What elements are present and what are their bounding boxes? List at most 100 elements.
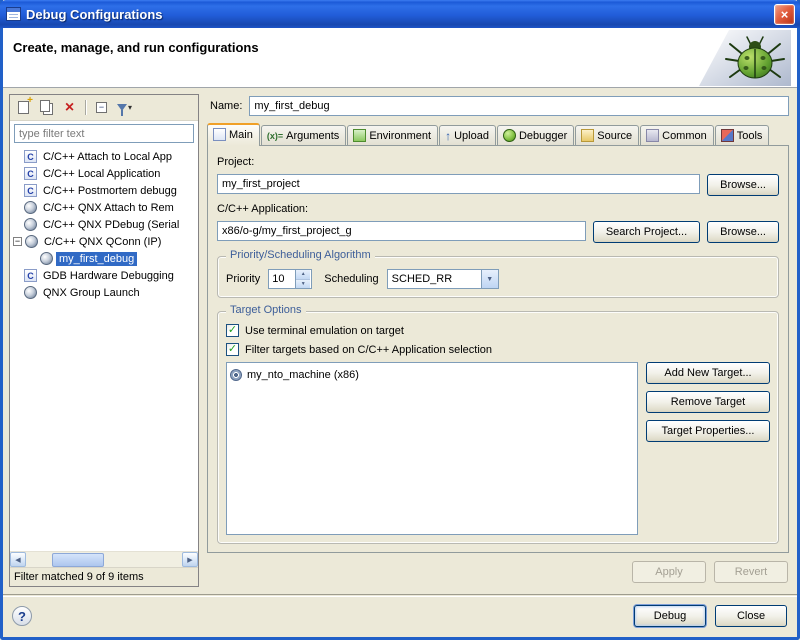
- revert-button[interactable]: Revert: [714, 561, 788, 583]
- tree-item-my-first-debug[interactable]: my_first_debug: [12, 250, 198, 267]
- new-configuration-icon[interactable]: [13, 98, 34, 118]
- collapse-expander-icon[interactable]: [13, 237, 22, 246]
- tree-item-gdb-hardware[interactable]: GDB Hardware Debugging: [12, 267, 198, 284]
- tab-source[interactable]: Source: [575, 125, 639, 145]
- terminal-emulation-checkbox[interactable]: Use terminal emulation on target: [226, 324, 770, 337]
- tab-label: Upload: [454, 130, 489, 142]
- tree-item-qnx-group-launch[interactable]: QNX Group Launch: [12, 284, 198, 301]
- debug-button[interactable]: Debug: [634, 605, 706, 627]
- priority-spinner[interactable]: [268, 269, 312, 289]
- tab-label: Arguments: [286, 130, 339, 142]
- combo-dropdown-icon[interactable]: [481, 270, 498, 288]
- target-machine-icon: [230, 369, 242, 381]
- help-button[interactable]: ?: [12, 606, 32, 626]
- target-item-label: my_nto_machine (x86): [247, 369, 359, 381]
- tab-label: Source: [597, 130, 632, 142]
- tree-item-qnx-pdebug-serial[interactable]: C/C++ QNX PDebug (Serial: [12, 216, 198, 233]
- spinner-up-icon[interactable]: [296, 270, 310, 280]
- tab-main[interactable]: Main: [207, 123, 260, 146]
- dialog-footer: ? Debug Close: [3, 597, 797, 637]
- filter-targets-checkbox[interactable]: Filter targets based on C/C++ Applicatio…: [226, 343, 770, 356]
- scheduling-combobox[interactable]: SCHED_RR: [387, 269, 499, 289]
- name-row: Name:: [204, 94, 791, 122]
- c-application-icon: [24, 184, 37, 197]
- title-bar[interactable]: Debug Configurations: [0, 0, 800, 28]
- tab-upload[interactable]: Upload: [439, 125, 496, 145]
- tools-tab-icon: [721, 129, 734, 142]
- delete-configuration-icon[interactable]: [59, 98, 80, 118]
- project-label: Project:: [217, 154, 779, 169]
- search-project-button[interactable]: Search Project...: [593, 221, 700, 243]
- tab-label: Common: [662, 130, 707, 142]
- priority-scheduling-group: Priority/Scheduling Algorithm Priority S…: [217, 256, 779, 298]
- qnx-launch-icon: [40, 252, 53, 265]
- config-toolbar: [10, 95, 198, 121]
- qnx-launch-icon: [25, 235, 38, 248]
- scrollbar-track[interactable]: [26, 552, 182, 567]
- environment-tab-icon: [353, 129, 366, 142]
- close-button[interactable]: Close: [715, 605, 787, 627]
- terminal-emulation-label: Use terminal emulation on target: [245, 325, 404, 337]
- common-tab-icon: [646, 129, 659, 142]
- spinner-down-icon[interactable]: [296, 280, 310, 289]
- scroll-right-icon[interactable]: [182, 552, 198, 567]
- collapse-all-icon[interactable]: [91, 98, 112, 118]
- scrollbar-thumb[interactable]: [52, 553, 104, 567]
- apply-revert-row: Apply Revert: [204, 553, 791, 587]
- project-browse-button[interactable]: Browse...: [707, 174, 779, 196]
- project-input[interactable]: [217, 174, 700, 194]
- scheduling-label: Scheduling: [324, 273, 378, 285]
- add-new-target-button[interactable]: Add New Target...: [646, 362, 770, 384]
- tab-debugger[interactable]: Debugger: [497, 125, 574, 145]
- dialog-body: C/C++ Attach to Local App C/C++ Local Ap…: [3, 88, 797, 593]
- dialog-icon: [6, 7, 21, 21]
- tree-item-cpp-postmortem[interactable]: C/C++ Postmortem debugg: [12, 182, 198, 199]
- filter-input[interactable]: [14, 124, 194, 143]
- arguments-tab-icon: [267, 131, 283, 141]
- tree-item-qnx-qconn[interactable]: C/C++ QNX QConn (IP): [12, 233, 198, 250]
- qnx-launch-icon: [24, 286, 37, 299]
- qnx-launch-icon: [24, 218, 37, 231]
- priority-label: Priority: [226, 273, 260, 285]
- apply-button[interactable]: Apply: [632, 561, 706, 583]
- filter-status: Filter matched 9 of 9 items: [10, 567, 198, 586]
- tab-arguments[interactable]: Arguments: [261, 125, 346, 145]
- dialog-header-title: Create, manage, and run configurations: [13, 40, 797, 55]
- tab-common[interactable]: Common: [640, 125, 714, 145]
- window-title: Debug Configurations: [26, 7, 163, 22]
- priority-input[interactable]: [269, 270, 295, 288]
- checkbox-checked-icon[interactable]: [226, 324, 239, 337]
- remove-target-button[interactable]: Remove Target: [646, 391, 770, 413]
- debug-configurations-dialog: Debug Configurations Create, manage, and…: [0, 0, 800, 640]
- checkbox-checked-icon[interactable]: [226, 343, 239, 356]
- configurations-tree[interactable]: C/C++ Attach to Local App C/C++ Local Ap…: [10, 145, 198, 551]
- c-application-icon: [24, 269, 37, 282]
- filter-targets-label: Filter targets based on C/C++ Applicatio…: [245, 344, 492, 356]
- tab-label: Environment: [369, 130, 431, 142]
- scheduling-value: SCHED_RR: [388, 270, 481, 288]
- application-browse-button[interactable]: Browse...: [707, 221, 779, 243]
- tab-environment[interactable]: Environment: [347, 125, 438, 145]
- target-list[interactable]: my_nto_machine (x86): [226, 362, 638, 535]
- duplicate-configuration-icon[interactable]: [36, 98, 57, 118]
- application-input[interactable]: [217, 221, 586, 241]
- tree-item-cpp-attach-local[interactable]: C/C++ Attach to Local App: [12, 148, 198, 165]
- debugger-tab-icon: [503, 129, 516, 142]
- filter-icon[interactable]: [114, 98, 135, 118]
- chevron-down-icon: [128, 103, 132, 112]
- close-icon[interactable]: [774, 4, 795, 25]
- name-input[interactable]: [249, 96, 789, 116]
- tab-tools[interactable]: Tools: [715, 125, 770, 145]
- application-label: C/C++ Application:: [217, 201, 779, 216]
- tree-horizontal-scrollbar[interactable]: [10, 551, 198, 567]
- tree-item-cpp-local-application[interactable]: C/C++ Local Application: [12, 165, 198, 182]
- target-properties-button[interactable]: Target Properties...: [646, 420, 770, 442]
- main-tab-content: Project: Browse... C/C++ Application: Se…: [207, 145, 789, 553]
- filter-field-wrap: [10, 121, 198, 145]
- priority-group-title: Priority/Scheduling Algorithm: [226, 249, 375, 261]
- target-list-item[interactable]: my_nto_machine (x86): [230, 366, 634, 383]
- c-application-icon: [24, 150, 37, 163]
- scroll-left-icon[interactable]: [10, 552, 26, 567]
- target-buttons: Add New Target... Remove Target Target P…: [646, 362, 770, 535]
- tree-item-qnx-attach-remote[interactable]: C/C++ QNX Attach to Rem: [12, 199, 198, 216]
